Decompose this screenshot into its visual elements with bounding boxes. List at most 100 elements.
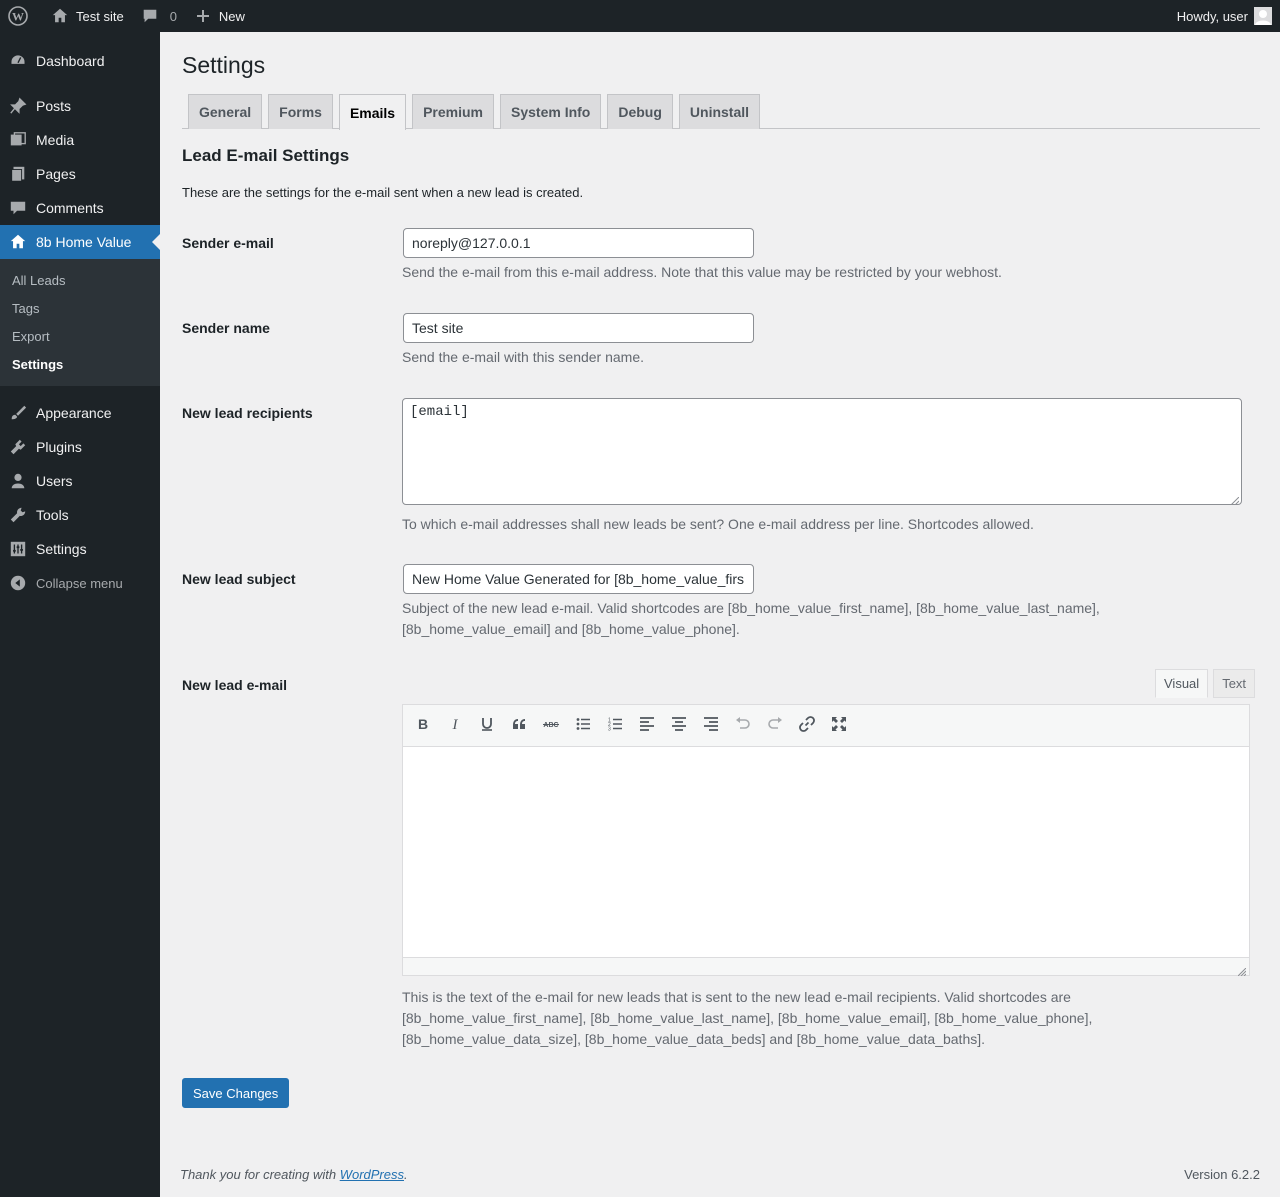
strikethrough-icon: ABC bbox=[542, 716, 560, 735]
tab-uninstall[interactable]: Uninstall bbox=[678, 94, 761, 129]
sidebar-item-tools[interactable]: Tools bbox=[0, 498, 160, 532]
editor-statusbar bbox=[403, 957, 1249, 977]
redo-button[interactable] bbox=[759, 711, 791, 741]
email-body-description-line: This is the text of the e-mail for new l… bbox=[402, 989, 1071, 1005]
editor-content-area[interactable] bbox=[403, 747, 1249, 957]
underline-icon bbox=[479, 716, 495, 735]
fullscreen-button[interactable] bbox=[823, 711, 855, 741]
insert-link-button[interactable] bbox=[791, 711, 823, 741]
collapse-menu-label: Collapse menu bbox=[36, 575, 123, 591]
subject-input[interactable]: New Home Value Generated for [8b_home_va… bbox=[403, 564, 754, 594]
sidebar-item-pages[interactable]: Pages bbox=[0, 157, 160, 191]
tab-text[interactable]: Text bbox=[1213, 669, 1256, 698]
tab-forms[interactable]: Forms bbox=[268, 94, 333, 129]
submenu-item-settings[interactable]: Settings bbox=[0, 350, 160, 378]
link-icon bbox=[798, 715, 816, 736]
align-right-button[interactable] bbox=[695, 711, 727, 741]
svg-text:B: B bbox=[418, 716, 428, 732]
tab-debug[interactable]: Debug bbox=[607, 94, 673, 129]
account-menu[interactable]: Howdy, user bbox=[1177, 7, 1280, 25]
sidebar-item-settings[interactable]: Settings bbox=[0, 532, 160, 566]
admin-bar: W Test site 0 New Howdy, user bbox=[0, 0, 1280, 32]
sidebar-item-dashboard[interactable]: Dashboard bbox=[0, 44, 160, 78]
sidebar-item-comments[interactable]: Comments bbox=[0, 191, 160, 225]
wrench-icon bbox=[8, 505, 28, 525]
undo-button[interactable] bbox=[727, 711, 759, 741]
bulleted-list-button[interactable] bbox=[567, 711, 599, 741]
submenu-item-tags[interactable]: Tags bbox=[0, 294, 160, 322]
save-changes-button[interactable]: Save Changes bbox=[182, 1078, 290, 1108]
align-left-button[interactable] bbox=[631, 711, 663, 741]
sidebar-item-users[interactable]: Users bbox=[0, 464, 160, 498]
comment-bubble-icon bbox=[140, 6, 160, 26]
undo-icon bbox=[735, 716, 751, 735]
comments-icon bbox=[8, 198, 28, 218]
email-body-label: New lead e-mail bbox=[182, 677, 288, 693]
sidebar-item-8b-home-value[interactable]: 8b Home Value bbox=[0, 225, 160, 259]
pages-icon bbox=[8, 164, 28, 184]
quote-icon bbox=[511, 716, 527, 735]
resize-grip-icon[interactable] bbox=[1230, 494, 1240, 506]
subject-label: New lead subject bbox=[182, 571, 296, 587]
strikethrough-button[interactable]: ABC bbox=[535, 711, 567, 741]
plugin-icon bbox=[8, 437, 28, 457]
bulleted-list-icon bbox=[575, 716, 591, 735]
new-content-button[interactable]: New bbox=[185, 0, 253, 32]
wordpress-link[interactable]: WordPress bbox=[340, 1167, 404, 1182]
tab-emails[interactable]: Emails bbox=[338, 94, 407, 130]
sidebar-item-label: Media bbox=[36, 132, 75, 148]
align-left-icon bbox=[639, 716, 655, 735]
footer-thanks-suffix: . bbox=[404, 1167, 408, 1182]
align-center-button[interactable] bbox=[663, 711, 695, 741]
recipients-label: New lead recipients bbox=[182, 405, 313, 421]
pin-icon bbox=[8, 96, 28, 116]
sender-name-input[interactable]: Test site bbox=[403, 313, 754, 343]
tab-premium[interactable]: Premium bbox=[412, 94, 494, 129]
wordpress-logo-button[interactable]: W bbox=[0, 0, 42, 32]
sender-email-input[interactable]: noreply@127.0.0.1 bbox=[403, 228, 754, 258]
sidebar-item-label: Users bbox=[36, 473, 73, 489]
italic-button[interactable]: I bbox=[439, 711, 471, 741]
avatar bbox=[1254, 7, 1272, 25]
blockquote-button[interactable] bbox=[503, 711, 535, 741]
svg-text:I: I bbox=[452, 717, 459, 732]
footer-thanks-prefix: Thank you for creating with bbox=[180, 1167, 340, 1182]
numbered-list-button[interactable]: 123 bbox=[599, 711, 631, 741]
dashboard-icon bbox=[8, 51, 28, 71]
editor-toolbar: B I ABC 123 bbox=[403, 705, 1249, 747]
underline-button[interactable] bbox=[471, 711, 503, 741]
sidebar-item-label: Comments bbox=[36, 200, 104, 216]
email-body-editor: B I ABC 123 bbox=[402, 704, 1250, 977]
sidebar-item-label: 8b Home Value bbox=[36, 234, 132, 250]
collapse-arrow-icon bbox=[8, 573, 28, 593]
brush-icon bbox=[8, 403, 28, 423]
bold-button[interactable]: B bbox=[407, 711, 439, 741]
sidebar-item-label: Plugins bbox=[36, 439, 82, 455]
subject-description-line: Subject of the new lead e-mail. Valid sh… bbox=[402, 600, 1100, 616]
recipients-textarea[interactable]: [email] bbox=[402, 398, 1242, 506]
sidebar-item-media[interactable]: Media bbox=[0, 123, 160, 157]
email-body-description-line: [8b_home_value_data_size], [8b_home_valu… bbox=[402, 1031, 986, 1047]
howdy-label: Howdy, user bbox=[1176, 8, 1248, 24]
sidebar-item-label: Tools bbox=[36, 507, 69, 523]
admin-sidebar: Dashboard Posts Media Pages Comments 8b … bbox=[0, 32, 160, 1197]
tab-system-info[interactable]: System Info bbox=[500, 94, 602, 129]
sidebar-item-plugins[interactable]: Plugins bbox=[0, 430, 160, 464]
submenu-item-all-leads[interactable]: All Leads bbox=[0, 266, 160, 294]
svg-text:3: 3 bbox=[608, 727, 611, 733]
comments-link[interactable]: 0 bbox=[132, 0, 185, 32]
sender-email-description: Send the e-mail from this e-mail address… bbox=[402, 264, 1002, 280]
sidebar-item-label: Settings bbox=[36, 541, 87, 557]
resize-grip-icon[interactable] bbox=[1237, 964, 1247, 977]
submenu-item-export[interactable]: Export bbox=[0, 322, 160, 350]
sidebar-item-posts[interactable]: Posts bbox=[0, 89, 160, 123]
tab-visual[interactable]: Visual bbox=[1155, 669, 1209, 698]
sidebar-item-label: Posts bbox=[36, 98, 72, 114]
site-name-link[interactable]: Test site bbox=[42, 0, 132, 32]
collapse-menu-button[interactable]: Collapse menu bbox=[0, 566, 160, 600]
sidebar-item-appearance[interactable]: Appearance bbox=[0, 396, 160, 430]
italic-icon: I bbox=[447, 716, 463, 735]
svg-text:ABC: ABC bbox=[543, 722, 558, 729]
recipients-description: To which e-mail addresses shall new lead… bbox=[402, 516, 1034, 532]
tab-general[interactable]: General bbox=[188, 94, 263, 129]
